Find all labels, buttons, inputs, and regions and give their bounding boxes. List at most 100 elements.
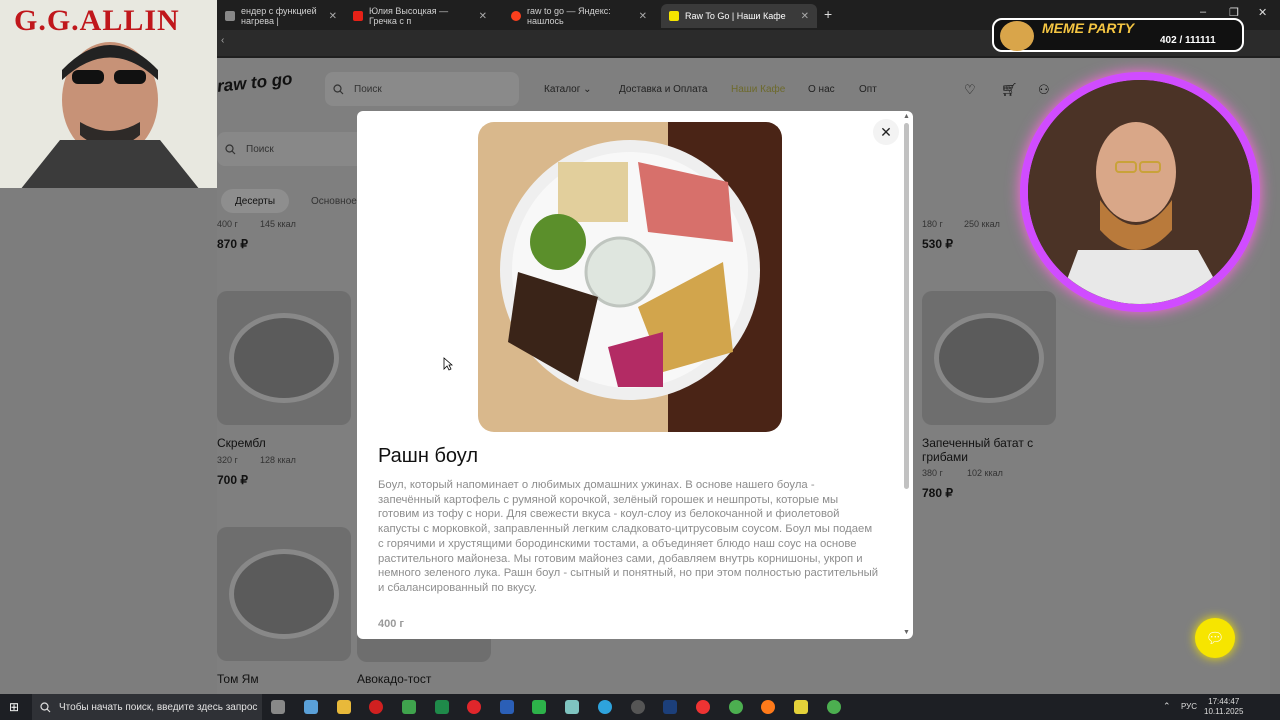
- product-image-scramble[interactable]: [217, 291, 351, 425]
- windows-taskbar: ⊞ Чтобы начать поиск, введите здесь запр…: [0, 694, 1280, 720]
- cart-icon[interactable]: 🛒︎: [1001, 82, 1018, 98]
- close-tab-icon[interactable]: ✕: [639, 11, 647, 22]
- chrome-active-icon[interactable]: [827, 700, 841, 714]
- site-logo[interactable]: raw to go: [216, 69, 293, 97]
- scroll-up-icon[interactable]: ▲: [903, 113, 910, 120]
- product-weight: 380 г: [922, 468, 943, 478]
- bowl-image: [478, 122, 782, 432]
- header-search-placeholder: Поиск: [354, 83, 382, 95]
- filter-search-placeholder: Поиск: [246, 143, 274, 155]
- product-kcal: 250 ккал: [964, 219, 1000, 229]
- product-image-batat[interactable]: [922, 291, 1056, 425]
- meme-party-counter: 402 / 111111: [1160, 35, 1216, 46]
- product-name[interactable]: Том Ям: [217, 672, 357, 686]
- product-kcal: 128 ккал: [260, 455, 296, 465]
- app-icon[interactable]: [402, 700, 416, 714]
- product-price: 780 ₽: [922, 486, 953, 500]
- close-tab-icon[interactable]: ✕: [801, 11, 809, 22]
- browser-tab-active[interactable]: Raw To Go | Наши Кафе ✕: [661, 4, 817, 28]
- overlay-title: G.G.ALLIN: [14, 4, 180, 37]
- taskbar-search[interactable]: Чтобы начать поиск, введите здесь запрос: [32, 694, 262, 720]
- page-icon: [225, 11, 235, 21]
- modal-description: Боул, который напоминает о любимых домаш…: [378, 479, 879, 594]
- modal-title: Рашн боул: [378, 445, 479, 467]
- browser-tab[interactable]: raw to go — Яндекс: нашлось ✕: [503, 4, 655, 28]
- chat-icon: 💬︎: [1205, 630, 1225, 647]
- chrome-icon[interactable]: [729, 700, 743, 714]
- plate-image: [229, 549, 339, 639]
- minimize-button[interactable]: –: [1200, 6, 1206, 18]
- modal-scrollbar[interactable]: [904, 123, 909, 489]
- product-weight: 180 г: [922, 219, 943, 229]
- search-icon: [225, 143, 236, 154]
- close-tab-icon[interactable]: ✕: [329, 11, 337, 22]
- product-weight: 320 г: [217, 455, 238, 465]
- meme-party-title: MEME PARTY: [1042, 20, 1135, 36]
- product-image-tomyam[interactable]: [217, 527, 351, 661]
- telegram-icon[interactable]: [598, 700, 612, 714]
- product-photo: [478, 122, 782, 432]
- chevron-down-icon: ⌄: [583, 84, 592, 95]
- photoshop-icon[interactable]: [663, 700, 677, 714]
- product-name[interactable]: Запеченный батат с грибами: [922, 436, 1062, 464]
- close-icon: ✕: [880, 123, 892, 140]
- close-modal-button[interactable]: ✕: [873, 119, 899, 145]
- product-weight: 400 г: [217, 219, 238, 229]
- search-icon: [40, 701, 51, 712]
- opera-gx-icon[interactable]: [467, 700, 481, 714]
- plate-image: [934, 313, 1044, 403]
- taskbar-search-placeholder: Чтобы начать поиск, введите здесь запрос: [59, 701, 258, 713]
- user-icon[interactable]: ⚇: [1038, 82, 1050, 98]
- product-name[interactable]: Скрембл: [217, 436, 357, 450]
- youtube-icon: [353, 11, 363, 21]
- yandex-browser-icon[interactable]: [696, 700, 710, 714]
- plate-image: [229, 313, 339, 403]
- task-view-icon[interactable]: [271, 700, 285, 714]
- mouse-cursor-icon: [443, 357, 453, 371]
- nav-cafes[interactable]: Наши Кафе: [731, 84, 785, 95]
- category-chip-desserts[interactable]: Десерты: [221, 189, 290, 213]
- webcam-overlay: [1020, 72, 1260, 312]
- nav-delivery[interactable]: Доставка и Оплата: [619, 84, 708, 95]
- new-tab-button[interactable]: +: [824, 6, 832, 22]
- product-modal: ✕ Рашн боул Боул, который напоминает о л…: [357, 111, 913, 639]
- clock[interactable]: 17:44:47 10.11.2025: [1204, 697, 1243, 717]
- word-icon[interactable]: [500, 700, 514, 714]
- scroll-down-icon[interactable]: ▼: [903, 629, 910, 636]
- browser-tab[interactable]: ендер с функцией нагрева | ✕: [217, 4, 345, 28]
- heart-icon[interactable]: ♡: [964, 82, 976, 98]
- app-icon[interactable]: [565, 700, 579, 714]
- app-icon[interactable]: [794, 700, 808, 714]
- firefox-icon[interactable]: [761, 700, 775, 714]
- app-icon[interactable]: [631, 700, 645, 714]
- windows-start-icon[interactable]: ⊞: [9, 700, 19, 714]
- nav-wholesale[interactable]: Опт: [859, 84, 877, 95]
- header-search[interactable]: Поиск: [325, 72, 519, 106]
- tray-chevron-icon[interactable]: ⌃: [1163, 701, 1171, 712]
- excel-icon[interactable]: [435, 700, 449, 714]
- doge-icon: [1000, 21, 1034, 51]
- product-kcal: 102 ккал: [967, 468, 1003, 478]
- app-icon[interactable]: [304, 700, 318, 714]
- rawtogo-icon: [669, 11, 679, 21]
- chat-button[interactable]: 💬︎: [1195, 618, 1235, 658]
- opera-icon[interactable]: [369, 700, 383, 714]
- product-price: 700 ₽: [217, 473, 248, 487]
- nav-about[interactable]: О нас: [808, 84, 835, 95]
- chevron-icon: ‹: [221, 35, 225, 46]
- close-tab-icon[interactable]: ✕: [479, 11, 487, 22]
- browser-tab[interactable]: Юлия Высоцкая — Гречка с п ✕: [345, 4, 495, 28]
- product-name[interactable]: Авокадо-тост: [357, 672, 497, 686]
- modal-weight: 400 г: [378, 618, 404, 630]
- explorer-icon[interactable]: [337, 700, 351, 714]
- product-kcal: 145 ккал: [260, 219, 296, 229]
- language-indicator[interactable]: РУС: [1181, 702, 1197, 711]
- meme-party-widget: MEME PARTY 402 / 111111: [992, 18, 1244, 52]
- portrait-image: [21, 42, 199, 188]
- close-window-button[interactable]: ✕: [1258, 6, 1267, 19]
- app-icon[interactable]: [532, 700, 546, 714]
- streamer-image: [1028, 80, 1252, 304]
- product-price: 530 ₽: [922, 237, 953, 251]
- nav-catalog[interactable]: Каталог ⌄: [544, 84, 592, 95]
- product-price: 870 ₽: [217, 237, 248, 251]
